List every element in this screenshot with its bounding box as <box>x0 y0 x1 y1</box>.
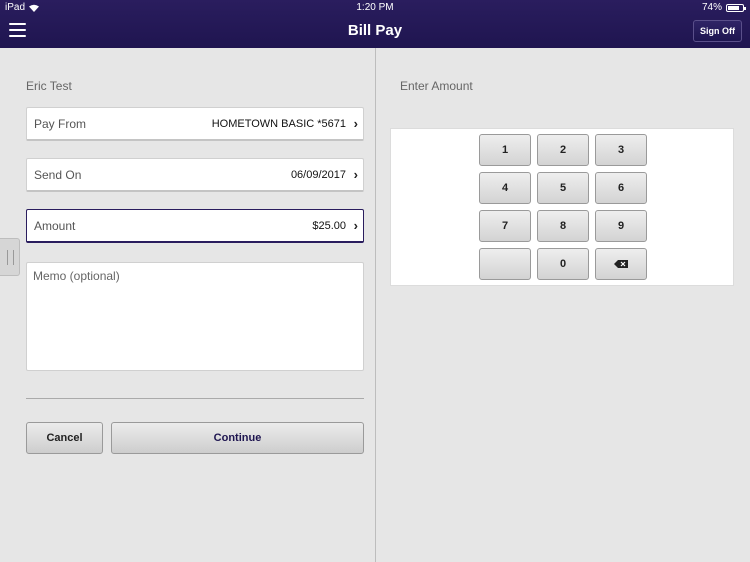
amount-value: $25.00 <box>312 220 346 232</box>
divider <box>26 398 364 399</box>
backspace-icon <box>614 260 628 269</box>
sign-off-button[interactable]: Sign Off <box>693 20 742 42</box>
key-8[interactable]: 8 <box>537 210 589 242</box>
menu-icon[interactable] <box>9 23 26 37</box>
battery-percent: 74% <box>701 2 722 13</box>
memo-placeholder: Memo (optional) <box>33 269 120 283</box>
page-title: Bill Pay <box>347 22 403 39</box>
key-1[interactable]: 1 <box>479 134 531 166</box>
drag-handle-icon[interactable] <box>0 238 20 276</box>
key-6[interactable]: 6 <box>595 172 647 204</box>
key-blank[interactable] <box>479 248 531 280</box>
key-5[interactable]: 5 <box>537 172 589 204</box>
status-time: 1:20 PM <box>356 2 394 13</box>
pay-from-value: HOMETOWN BASIC *5671 <box>211 118 346 130</box>
keypad-panel: Enter Amount 1 2 3 4 5 6 7 8 9 0 <box>376 48 750 562</box>
chevron-right-icon: › <box>353 218 358 233</box>
memo-field[interactable]: Memo (optional) <box>26 262 364 371</box>
user-name: Eric Test <box>26 79 72 93</box>
backspace-key[interactable] <box>595 248 647 280</box>
status-bar: iPad 1:20 PM 74% <box>0 0 750 16</box>
amount-field[interactable]: Amount $25.00 › <box>26 209 364 243</box>
key-7[interactable]: 7 <box>479 210 531 242</box>
key-2[interactable]: 2 <box>537 134 589 166</box>
battery-icon <box>726 3 746 12</box>
key-9[interactable]: 9 <box>595 210 647 242</box>
key-0[interactable]: 0 <box>537 248 589 280</box>
keypad: 1 2 3 4 5 6 7 8 9 0 <box>390 128 734 286</box>
chevron-right-icon: › <box>353 167 358 182</box>
key-4[interactable]: 4 <box>479 172 531 204</box>
cancel-button[interactable]: Cancel <box>26 422 103 454</box>
send-on-label: Send On <box>34 168 82 182</box>
send-on-value: 06/09/2017 <box>290 169 346 181</box>
bill-pay-form: Eric Test Pay From HOMETOWN BASIC *5671 … <box>0 48 375 562</box>
amount-label: Amount <box>34 219 76 233</box>
top-bar: iPad 1:20 PM 74% Bill Pay Sign Off <box>0 0 750 48</box>
continue-button[interactable]: Continue <box>111 422 364 454</box>
keypad-title: Enter Amount <box>400 79 473 93</box>
key-3[interactable]: 3 <box>595 134 647 166</box>
pay-from-field[interactable]: Pay From HOMETOWN BASIC *5671 › <box>26 107 364 141</box>
send-on-field[interactable]: Send On 06/09/2017 › <box>26 158 364 192</box>
pay-from-label: Pay From <box>34 117 87 131</box>
chevron-right-icon: › <box>353 116 358 131</box>
